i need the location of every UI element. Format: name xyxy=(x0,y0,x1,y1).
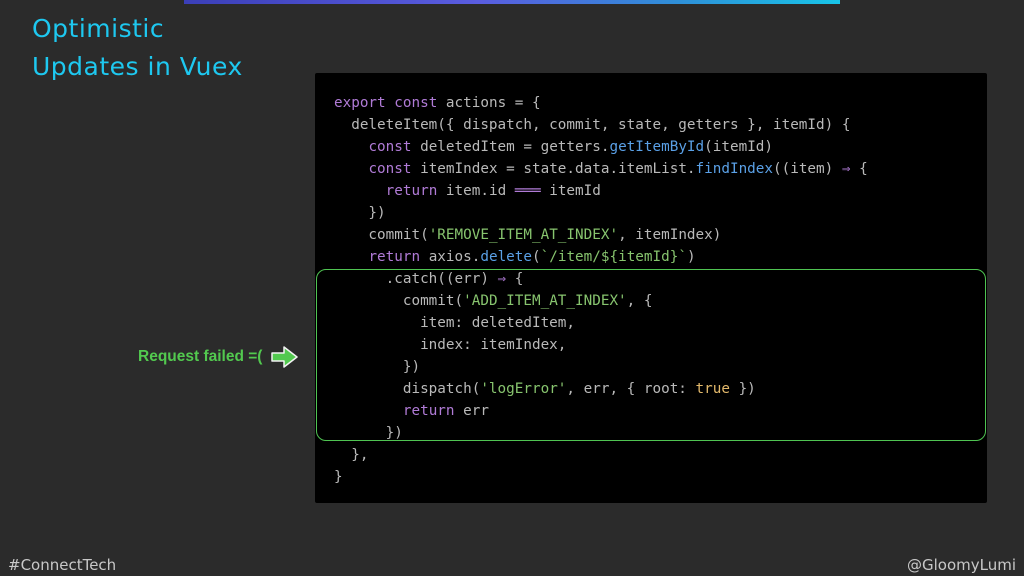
slide-title-line-1: Optimistic xyxy=(32,14,165,43)
footer-hashtag: #ConnectTech xyxy=(8,556,117,574)
code-line: const deletedItem = getters.getItemById(… xyxy=(368,139,774,155)
code-line: commit('REMOVE_ITEM_AT_INDEX', itemIndex… xyxy=(334,227,722,243)
code-line: const itemIndex = state.data.itemList.fi… xyxy=(368,161,868,177)
slide-title-line-2: Updates in Vuex xyxy=(32,52,243,81)
request-failed-callout: Request failed =( xyxy=(138,346,299,368)
right-arrow-icon xyxy=(271,346,299,368)
code-line: deleteItem({ dispatch, commit, state, ge… xyxy=(334,117,851,133)
code-line: return item.id ═══ itemId xyxy=(385,183,601,199)
code-line: export const actions = { xyxy=(334,95,541,111)
code-line: return axios.delete(`/item/${itemId}`) xyxy=(368,249,696,265)
catch-block-highlight xyxy=(316,269,986,441)
code-line: }, xyxy=(334,447,369,463)
top-accent-bar xyxy=(184,0,840,4)
slide-title: Optimistic Updates in Vuex xyxy=(32,10,243,86)
callout-label: Request failed =( xyxy=(138,348,263,365)
code-line: }) xyxy=(334,205,386,221)
code-line: } xyxy=(334,469,343,485)
footer-handle: @GloomyLumi xyxy=(906,556,1016,574)
